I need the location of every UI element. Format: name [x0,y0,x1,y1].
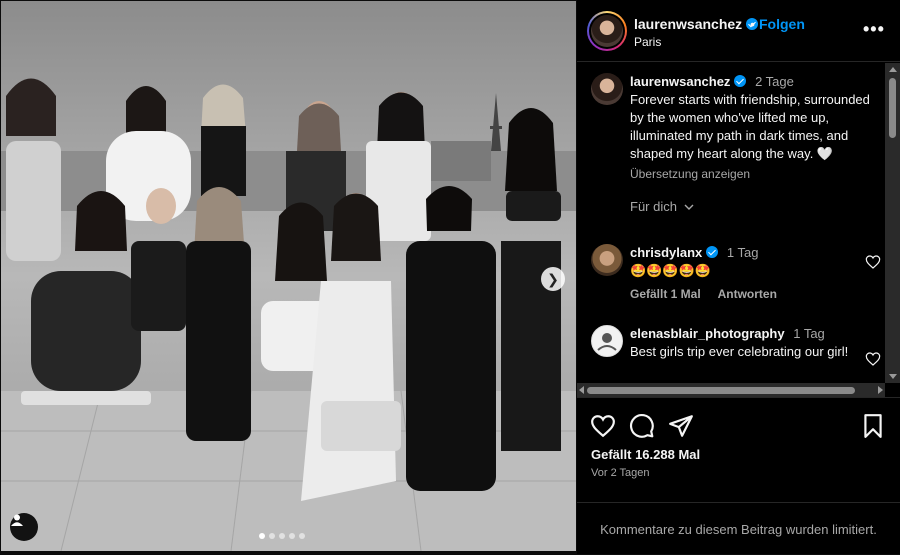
photographer-logo-icon [597,333,617,351]
verified-badge-icon [706,246,719,258]
comment-likes-count[interactable]: Gefällt 1 Mal [630,287,701,301]
comment-username[interactable]: chrisdylanx [630,245,702,260]
scrollbar-thumb[interactable] [587,387,855,394]
comment-text: Best girls trip ever celebrating our gir… [630,344,849,359]
chevron-right-icon: ❯ [547,270,559,287]
post-header: laurenwsanchez • Folgen Paris ••• [577,0,900,62]
comments-horizontal-scrollbar[interactable] [577,383,885,397]
carousel-dot [269,533,275,539]
post-timestamp[interactable]: Vor 2 Tagen [591,467,650,479]
caption-avatar[interactable] [591,73,623,105]
caption-time: 2 Tage [755,74,794,89]
like-comment-heart-icon[interactable] [865,351,881,367]
comments-list[interactable]: laurenwsanchez 2 Tage Forever starts wit… [577,63,885,383]
caption-text: Forever starts with friendship, surround… [630,92,870,161]
like-comment-heart-icon[interactable] [865,254,881,270]
post-actions: Gefällt 16.288 Mal Vor 2 Tagen Kommentar… [577,397,900,554]
more-options-button[interactable]: ••• [863,19,885,40]
scroll-right-arrow-icon[interactable] [878,386,883,394]
carousel-dot [299,533,305,539]
comment-avatar[interactable] [591,325,623,357]
scroll-up-arrow-icon[interactable] [889,67,897,72]
comments-vertical-scrollbar[interactable] [885,63,900,383]
author-avatar[interactable] [587,11,627,51]
instagram-post-modal: ❯ laurenwsanchez • Folgen Paris ••• laur… [0,0,900,554]
for-you-label: Für dich [630,199,677,214]
chevron-down-icon [684,204,694,210]
scroll-down-arrow-icon[interactable] [889,374,897,379]
verified-badge-icon [734,75,747,87]
likes-count[interactable]: Gefällt 16.288 Mal [591,447,700,462]
for-you-link[interactable]: Für dich [630,198,878,216]
tagged-users-button[interactable] [10,513,38,541]
comment-text: 🤩🤩🤩🤩🤩 [630,263,711,278]
carousel-dot [259,533,265,539]
caption-username[interactable]: laurenwsanchez [630,74,730,89]
post-side-panel: laurenwsanchez • Folgen Paris ••• lauren… [577,0,900,554]
user-tag-icon [11,514,23,526]
carousel-dot [279,533,285,539]
author-username[interactable]: laurenwsanchez [634,16,759,32]
heart-icon[interactable] [590,413,616,439]
scroll-left-arrow-icon[interactable] [579,386,584,394]
post-location[interactable]: Paris [634,35,661,49]
comment-time: 1 Tag [726,245,759,260]
separator-dot: • [750,16,755,32]
comment-time: 1 Tag [793,326,825,341]
group-photo-illustration [1,1,576,551]
follow-button[interactable]: Folgen [759,16,805,32]
translate-link[interactable]: Übersetzung anzeigen [630,165,878,183]
comment-icon[interactable] [629,413,655,439]
comment-username[interactable]: elenasblair_photography [630,326,785,341]
scrollbar-thumb[interactable] [889,78,896,138]
bookmark-icon[interactable] [860,413,886,439]
share-icon[interactable] [668,413,694,439]
reply-button[interactable]: Antworten [718,287,777,301]
carousel-dot [289,533,295,539]
carousel-indicator [259,533,305,539]
comments-limited-notice: Kommentare zu diesem Beitrag wurden limi… [577,502,900,555]
carousel-next-button[interactable]: ❯ [541,267,565,291]
post-photo[interactable]: ❯ [1,1,576,551]
comment-avatar[interactable] [591,244,623,276]
